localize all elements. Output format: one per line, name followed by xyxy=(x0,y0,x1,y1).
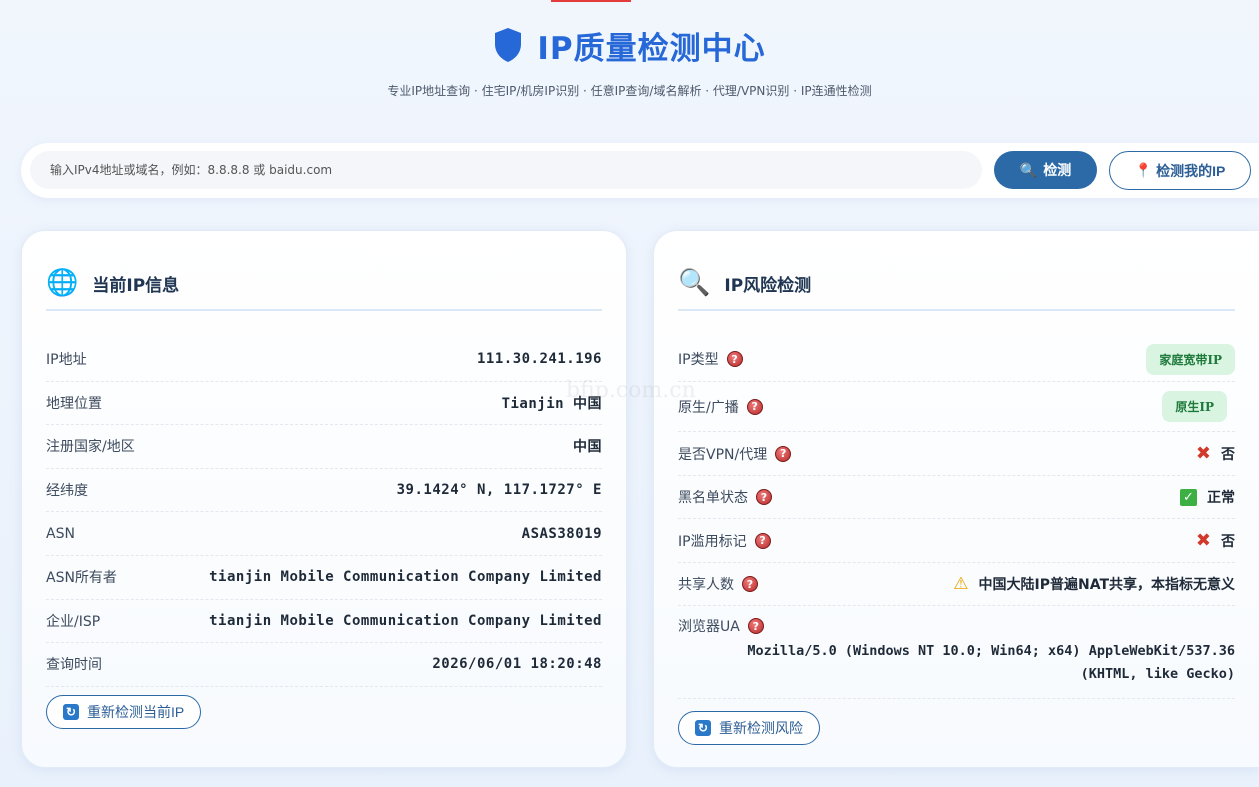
ip-info-value: 2026/06/01 18:20:48 xyxy=(432,656,602,673)
user-agent-line: (KHTML, like Gecko) xyxy=(1080,666,1235,682)
detect-my-ip-button[interactable]: 📍 检测我的IP xyxy=(1109,151,1251,190)
risk-label: IP类型 xyxy=(678,352,719,368)
detect-button-label: 检测 xyxy=(1043,162,1072,178)
cross-icon: ✖ xyxy=(1195,442,1211,464)
risk-row-native: 原生/广播? 原生IP xyxy=(678,382,1235,432)
ip-info-label: 查询时间 xyxy=(46,657,102,674)
refresh-current-ip-button[interactable]: ↻ 重新检测当前IP xyxy=(46,695,202,729)
ip-info-value: ASAS38019 xyxy=(521,525,602,542)
ip-info-value: 中国 xyxy=(573,439,602,456)
current-ip-card-title: 当前IP信息 xyxy=(92,275,180,296)
cross-icon: ✖ xyxy=(1195,529,1211,551)
ip-info-list: IP地址 111.30.241.196 地理位置 Tianjin 中国 注册国家… xyxy=(46,338,602,687)
ip-info-label: ASN xyxy=(46,525,75,542)
risk-row-shared: 共享人数? ⚠ 中国大陆IP普遍NAT共享，本指标无意义 xyxy=(678,563,1235,606)
ip-info-value: tianjin Mobile Communication Company Lim… xyxy=(209,569,602,586)
search-icon: 🔍 xyxy=(1019,161,1038,178)
refresh-icon: ↻ xyxy=(63,704,79,720)
current-ip-card: 🌐 当前IP信息 IP地址 111.30.241.196 地理位置 Tianji… xyxy=(21,230,627,768)
risk-label: 是否VPN/代理 xyxy=(678,446,768,463)
help-icon[interactable]: ? xyxy=(775,445,792,462)
ip-info-label: 地理位置 xyxy=(46,395,102,412)
ip-info-value: 39.1424° N, 117.1727° E xyxy=(396,482,602,499)
ip-info-row-ip: IP地址 111.30.241.196 xyxy=(46,338,602,382)
ip-risk-card-title: IP风险检测 xyxy=(724,275,812,296)
ip-info-label: 注册国家/地区 xyxy=(46,439,135,456)
help-icon[interactable]: ? xyxy=(726,351,743,367)
ip-info-row-isp: 企业/ISP tianjin Mobile Communication Comp… xyxy=(46,600,602,644)
ip-info-label: 企业/ISP xyxy=(46,613,101,630)
magnifier-icon: 🔍 xyxy=(678,268,711,298)
shield-icon xyxy=(495,28,522,62)
refresh-risk-button[interactable]: ↻ 重新检测风险 xyxy=(678,711,820,745)
blacklist-status: 正常 xyxy=(1207,490,1235,506)
ip-info-row-coordinates: 经纬度 39.1424° N, 117.1727° E xyxy=(46,469,602,513)
detect-button[interactable]: 🔍 检测 xyxy=(994,151,1097,189)
user-agent-value: Mozilla/5.0 (Windows NT 10.0; Win64; x64… xyxy=(678,640,1235,686)
ip-info-label: ASN所有者 xyxy=(46,570,117,587)
native-badge: 原生IP xyxy=(1162,391,1227,422)
page-title: IP质量检测中心 xyxy=(537,30,766,67)
help-icon[interactable]: ? xyxy=(747,618,764,634)
current-ip-card-header: 🌐 当前IP信息 xyxy=(46,257,602,311)
detect-my-ip-label: 检测我的IP xyxy=(1156,162,1226,179)
ip-info-value: Tianjin 中国 xyxy=(501,395,602,412)
help-icon[interactable]: ? xyxy=(756,489,772,505)
abuse-status: 否 xyxy=(1221,533,1235,550)
ip-info-row-asn-owner: ASN所有者 tianjin Mobile Communication Comp… xyxy=(46,556,602,600)
refresh-risk-label: 重新检测风险 xyxy=(719,720,803,736)
risk-row-vpn: 是否VPN/代理? ✖ 否 xyxy=(678,432,1235,476)
ip-info-row-query-time: 查询时间 2026/06/01 18:20:48 xyxy=(46,643,602,687)
pin-icon: 📍 xyxy=(1134,162,1153,178)
help-icon[interactable]: ? xyxy=(754,532,771,549)
risk-row-ua: 浏览器UA? Mozilla/5.0 (Windows NT 10.0; Win… xyxy=(678,606,1235,699)
user-agent-line: Mozilla/5.0 (Windows NT 10.0; Win64; x64… xyxy=(747,643,1235,659)
ip-type-badge: 家庭宽带IP xyxy=(1146,343,1235,375)
shared-status: 中国大陆IP普遍NAT共享，本指标无意义 xyxy=(978,577,1235,593)
ip-info-row-location: 地理位置 Tianjin 中国 xyxy=(46,382,602,426)
globe-icon: 🌐 xyxy=(46,268,79,298)
check-icon: ✓ xyxy=(1180,488,1197,506)
search-bar: 🔍 检测 📍 检测我的IP xyxy=(21,143,1259,198)
ip-risk-card: 🔍 IP风险检测 IP类型? 家庭宽带IP 原生/广播? 原生IP 是否VPN/… xyxy=(653,230,1259,768)
ip-info-label: 经纬度 xyxy=(46,483,88,500)
risk-label: 黑名单状态 xyxy=(678,490,748,506)
ip-info-value: 111.30.241.196 xyxy=(476,351,602,368)
refresh-current-ip-label: 重新检测当前IP xyxy=(87,704,185,720)
risk-row-blacklist: 黑名单状态? ✓ 正常 xyxy=(678,476,1235,519)
page-subtitle: 专业IP地址查询 · 住宅IP/机房IP识别 · 任意IP查询/域名解析 · 代… xyxy=(387,84,872,98)
ip-info-row-country: 注册国家/地区 中国 xyxy=(46,425,602,469)
page-header: IP质量检测中心 专业IP地址查询 · 住宅IP/机房IP识别 · 任意IP查询… xyxy=(0,22,1259,99)
risk-list: IP类型? 家庭宽带IP 原生/广播? 原生IP 是否VPN/代理? ✖ 否 黑名… xyxy=(678,337,1235,699)
help-icon[interactable]: ? xyxy=(746,398,763,415)
warning-icon: ⚠ xyxy=(953,573,969,594)
risk-label: 浏览器UA xyxy=(678,619,740,635)
ip-info-label: IP地址 xyxy=(46,352,87,369)
risk-label: 共享人数 xyxy=(678,577,734,593)
ip-info-value: tianjin Mobile Communication Company Lim… xyxy=(209,612,602,629)
risk-row-ip-type: IP类型? 家庭宽带IP xyxy=(678,337,1235,382)
risk-label: IP滥用标记 xyxy=(678,533,747,550)
ip-risk-card-header: 🔍 IP风险检测 xyxy=(678,257,1235,311)
search-input[interactable] xyxy=(30,151,982,189)
refresh-icon: ↻ xyxy=(695,720,711,736)
vpn-status: 否 xyxy=(1221,446,1235,463)
risk-row-abuse: IP滥用标记? ✖ 否 xyxy=(678,519,1235,563)
help-icon[interactable]: ? xyxy=(742,576,758,592)
risk-label: 原生/广播 xyxy=(678,399,739,416)
top-accent-bar xyxy=(551,0,631,2)
ip-info-row-asn: ASN ASAS38019 xyxy=(46,512,602,556)
